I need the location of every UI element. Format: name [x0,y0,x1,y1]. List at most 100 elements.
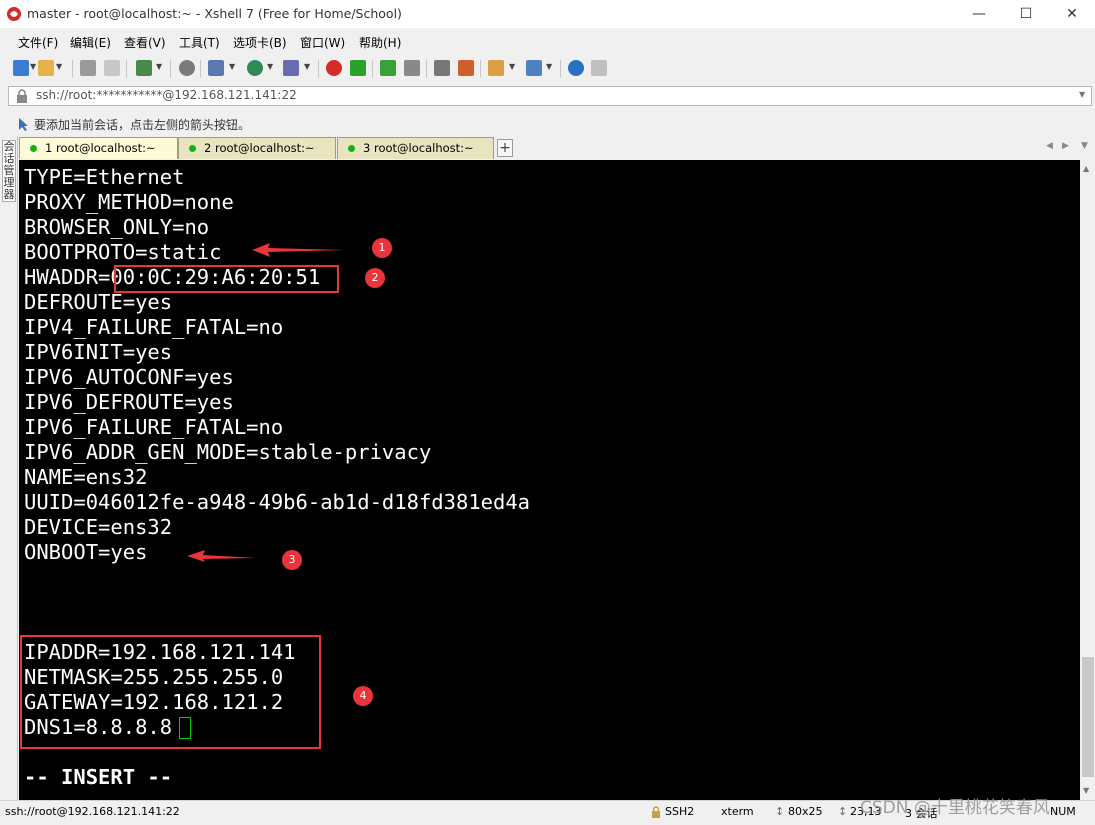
annotation-badge-4: 4 [353,686,373,706]
toolbar-divider [372,60,373,78]
toolbar-divider [560,60,561,78]
toolbar-divider [480,60,481,78]
chevron-down-icon[interactable]: ▼ [1079,90,1085,99]
annotation-arrow-1 [252,243,345,257]
highlight-icon[interactable] [458,60,474,76]
menu-view[interactable]: 查看(V) [124,34,166,51]
address-text: ssh://root:***********@192.168.121.141:2… [36,88,297,102]
lock-icon [652,806,660,818]
session-arrow-icon[interactable] [17,117,29,131]
session-manager-label[interactable]: 会话管理器 [2,140,16,202]
status-terminal-type: xterm [721,805,754,818]
menu-window[interactable]: 窗口(W) [300,34,345,51]
scroll-up-icon[interactable]: ▲ [1083,164,1089,173]
annotation-arrow-3 [187,550,257,562]
status-connection: ssh://root@192.168.121.141:22 [5,805,180,818]
add-tab-button[interactable]: + [497,139,513,157]
chevron-down-icon[interactable]: ▼ [267,62,273,71]
tab-scroll-left-icon[interactable]: ◀ [1046,141,1053,151]
terminal-line: PROXY_METHOD=none [24,190,234,214]
chat-icon[interactable] [591,60,607,76]
font-icon[interactable] [283,60,299,76]
session-manager-panel [0,136,18,800]
add-icon[interactable] [488,60,504,76]
chevron-down-icon[interactable]: ▼ [546,62,552,71]
close-button[interactable]: ✕ [1049,0,1095,28]
tab-session-3[interactable]: 3 root@localhost:~ [337,137,494,159]
new-session-icon[interactable] [13,60,29,76]
terminal-line: IPV6_FAILURE_FATAL=no [24,415,284,439]
annotation-badge-2: 2 [365,268,385,288]
chevron-down-icon[interactable]: ▼ [229,62,235,71]
chevron-down-icon[interactable]: ▼ [30,62,36,71]
terminal-line: IPV6_ADDR_GEN_MODE=stable-privacy [24,440,432,464]
terminal-line: ONBOOT=yes [24,540,148,564]
maximize-button[interactable]: ☐ [1003,0,1049,28]
terminal-line: UUID=046012fe-a948-49b6-ab1d-d18fd381ed4… [24,490,531,514]
new-tab-icon[interactable] [136,60,152,76]
toolbar-divider [72,60,73,78]
tab-session-1[interactable]: 1 root@localhost:~ [19,137,178,159]
lock-icon[interactable] [404,60,420,76]
window-title: master - root@localhost:~ - Xshell 7 (Fr… [27,6,402,21]
terminal-line: BOOTPROTO=static [24,240,222,264]
lock-icon [17,89,27,103]
terminal-line: TYPE=Ethernet [24,165,185,189]
reconnect-icon[interactable] [80,60,96,76]
chevron-down-icon[interactable]: ▼ [509,62,515,71]
toolbar-divider [200,60,201,78]
disconnect-icon[interactable] [104,60,120,76]
menu-help[interactable]: 帮助(H) [359,34,401,51]
toolbar-divider [318,60,319,78]
open-folder-icon[interactable] [38,60,54,76]
globe-icon[interactable] [247,60,263,76]
chevron-down-icon[interactable]: ▼ [156,62,162,71]
layout-icon[interactable] [526,60,542,76]
terminal-line: DEFROUTE=yes [24,290,173,314]
tab-session-2[interactable]: 2 root@localhost:~ [178,137,336,159]
chevron-down-icon[interactable]: ▼ [56,62,62,71]
fullscreen-icon[interactable] [380,60,396,76]
toolbar-divider [426,60,427,78]
connected-status-icon [348,145,355,152]
vim-mode-indicator: -- INSERT -- [24,765,173,789]
terminal-line: NAME=ens32 [24,465,148,489]
resize-icon: ↕ [775,805,785,818]
terminal-line: IPV4_FAILURE_FATAL=no [24,315,284,339]
menu-edit[interactable]: 编辑(E) [70,34,111,51]
tab-list-icon[interactable]: ▼ [1081,141,1088,151]
annotation-badge-1: 1 [372,238,392,258]
terminal-line: DEVICE=ens32 [24,515,173,539]
xshell-icon[interactable] [326,60,342,76]
tab-scroll-right-icon[interactable]: ▶ [1062,141,1069,151]
terminal-line: IPV6INIT=yes [24,340,173,364]
position-icon: ↕ [838,805,848,818]
scroll-down-icon[interactable]: ▼ [1083,786,1089,795]
toolbar-divider [126,60,127,78]
menu-tabs[interactable]: 选项卡(B) [233,34,287,51]
help-icon[interactable] [568,60,584,76]
status-size: 80x25 [788,805,823,818]
scrollbar-thumb[interactable] [1082,657,1094,777]
tab-label: 3 root@localhost:~ [363,141,474,155]
menu-tools[interactable]: 工具(T) [179,34,220,51]
annotation-box-hwaddr [114,265,339,293]
connected-status-icon [189,145,196,152]
keyboard-icon[interactable] [434,60,450,76]
toolbar-divider [170,60,171,78]
terminal-line: IPV6_DEFROUTE=yes [24,390,234,414]
tab-label: 2 root@localhost:~ [204,141,315,155]
terminal-line: BROWSER_ONLY=no [24,215,210,239]
annotation-box-network [20,635,321,749]
xshell-logo-icon [7,7,21,21]
tab-label: 1 root@localhost:~ [45,141,156,155]
xftp-icon[interactable] [350,60,366,76]
status-numlock: NUM [1050,805,1076,818]
hint-text: 要添加当前会话，点击左侧的箭头按钮。 [34,118,251,132]
minimize-button[interactable]: — [956,0,1002,28]
search-icon[interactable] [179,60,195,76]
menu-file[interactable]: 文件(F) [18,34,58,51]
chevron-down-icon[interactable]: ▼ [304,62,310,71]
properties-icon[interactable] [208,60,224,76]
terminal-line: IPV6_AUTOCONF=yes [24,365,234,389]
